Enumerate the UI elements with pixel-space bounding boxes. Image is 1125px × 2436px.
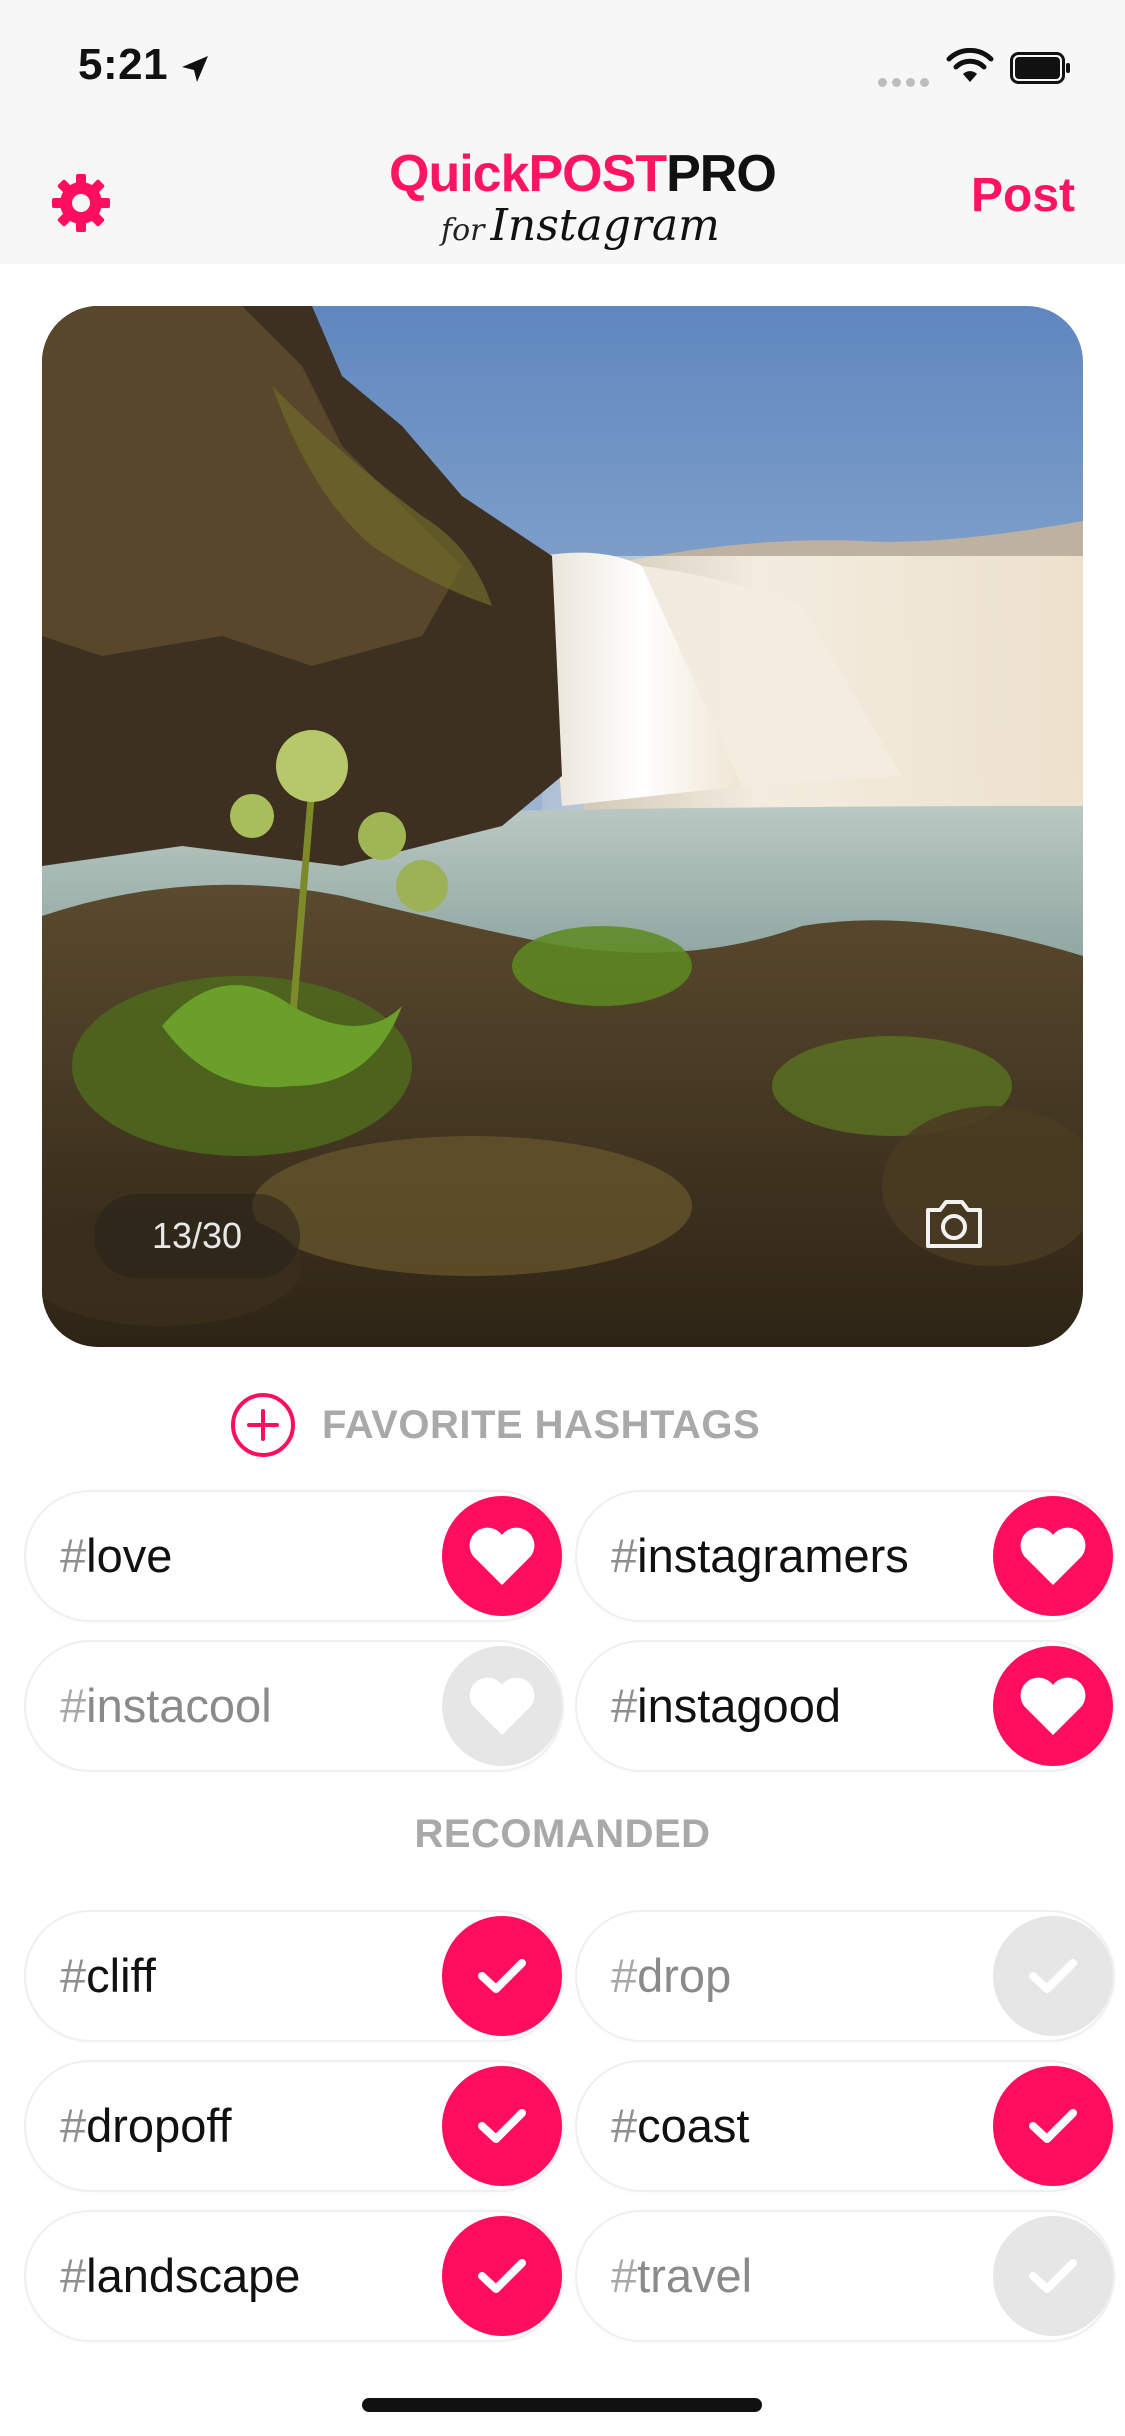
status-time: 5:21 — [78, 40, 169, 89]
battery-icon — [1010, 52, 1070, 84]
favorite-hashtag-instagood[interactable]: #instagood — [577, 1642, 1113, 1770]
select-toggle[interactable] — [993, 2216, 1113, 2336]
favorite-hashtag-instacool[interactable]: #instacool — [26, 1642, 562, 1770]
hashtag-text: instagramers — [637, 1529, 909, 1582]
photo-counter: 13/30 — [94, 1194, 300, 1278]
checkmark-icon — [1029, 1959, 1077, 1993]
nav-bar: QuickPOSTPRO for Instagram Post — [0, 132, 1125, 264]
recommended-hashtag-drop[interactable]: #drop — [577, 1912, 1113, 2040]
logo-for: for — [441, 213, 485, 248]
favorite-hashtags-title: FAVORITE HASHTAGS — [322, 1402, 761, 1447]
heart-icon — [469, 1677, 535, 1735]
hash-symbol: # — [60, 2249, 87, 2302]
heart-icon — [469, 1527, 535, 1585]
location-arrow-icon — [182, 56, 208, 82]
favorite-toggle[interactable] — [442, 1496, 562, 1616]
logo-pro: PRO — [666, 145, 777, 203]
select-toggle[interactable] — [442, 2066, 562, 2186]
favorite-toggle[interactable] — [442, 1646, 562, 1766]
logo-quick: Quick — [389, 145, 529, 203]
wifi-icon — [946, 48, 994, 82]
hashtag-text: dropoff — [86, 2099, 232, 2152]
select-toggle[interactable] — [993, 2066, 1113, 2186]
logo-post: POST — [528, 145, 668, 203]
logo-instagram: Instagram — [490, 200, 720, 251]
favorite-hashtags-header: FAVORITE HASHTAGS — [230, 1390, 760, 1460]
hash-symbol: # — [611, 2249, 638, 2302]
cellular-signal-icon — [878, 74, 934, 92]
select-toggle[interactable] — [442, 1916, 562, 2036]
heart-icon — [1020, 1527, 1086, 1585]
checkmark-icon — [478, 2109, 526, 2143]
recommended-hashtag-travel[interactable]: #travel — [577, 2212, 1113, 2340]
post-button[interactable]: Post — [971, 168, 1075, 223]
hash-symbol: # — [611, 1679, 638, 1732]
waterfall-photo — [42, 306, 1083, 1347]
camera-icon[interactable] — [922, 1196, 986, 1252]
hashtag-text: travel — [637, 2249, 753, 2302]
status-bar: 5:21 — [0, 0, 1125, 132]
photo-preview[interactable]: 13/30 — [42, 306, 1083, 1347]
favorite-hashtag-instagramers[interactable]: #instagramers — [577, 1492, 1113, 1620]
recommended-hashtag-landscape[interactable]: #landscape — [26, 2212, 562, 2340]
checkmark-icon — [1029, 2109, 1077, 2143]
hashtag-text: cliff — [86, 1949, 156, 2002]
favorite-toggle[interactable] — [993, 1646, 1113, 1766]
hashtag-text: love — [86, 1529, 173, 1582]
hash-symbol: # — [60, 2099, 87, 2152]
hash-symbol: # — [611, 1529, 638, 1582]
hash-symbol: # — [611, 1949, 638, 2002]
recommended-header: RECOMANDED — [0, 1812, 1125, 1857]
select-toggle[interactable] — [442, 2216, 562, 2336]
settings-gear-icon[interactable] — [46, 168, 116, 238]
select-toggle[interactable] — [993, 1916, 1113, 2036]
checkmark-icon — [478, 1959, 526, 1993]
favorite-toggle[interactable] — [993, 1496, 1113, 1616]
recommended-hashtag-coast[interactable]: #coast — [577, 2062, 1113, 2190]
hashtag-text: instacool — [86, 1679, 272, 1732]
hashtag-text: landscape — [86, 2249, 301, 2302]
favorite-hashtag-love[interactable]: #love — [26, 1492, 562, 1620]
app-logo: QuickPOSTPRO for Instagram — [385, 138, 777, 258]
hashtag-text: coast — [637, 2099, 750, 2152]
hash-symbol: # — [60, 1529, 87, 1582]
checkmark-icon — [478, 2259, 526, 2293]
hashtag-text: instagood — [637, 1679, 841, 1732]
hash-symbol: # — [611, 2099, 638, 2152]
hashtag-text: drop — [637, 1949, 732, 2002]
recommended-hashtag-cliff[interactable]: #cliff — [26, 1912, 562, 2040]
hash-symbol: # — [60, 1679, 87, 1732]
home-indicator[interactable] — [362, 2398, 762, 2412]
add-hashtag-icon[interactable] — [230, 1392, 296, 1458]
recommended-title: RECOMANDED — [414, 1812, 711, 1856]
checkmark-icon — [1029, 2259, 1077, 2293]
heart-icon — [1020, 1677, 1086, 1735]
recommended-hashtag-dropoff[interactable]: #dropoff — [26, 2062, 562, 2190]
hash-symbol: # — [60, 1949, 87, 2002]
